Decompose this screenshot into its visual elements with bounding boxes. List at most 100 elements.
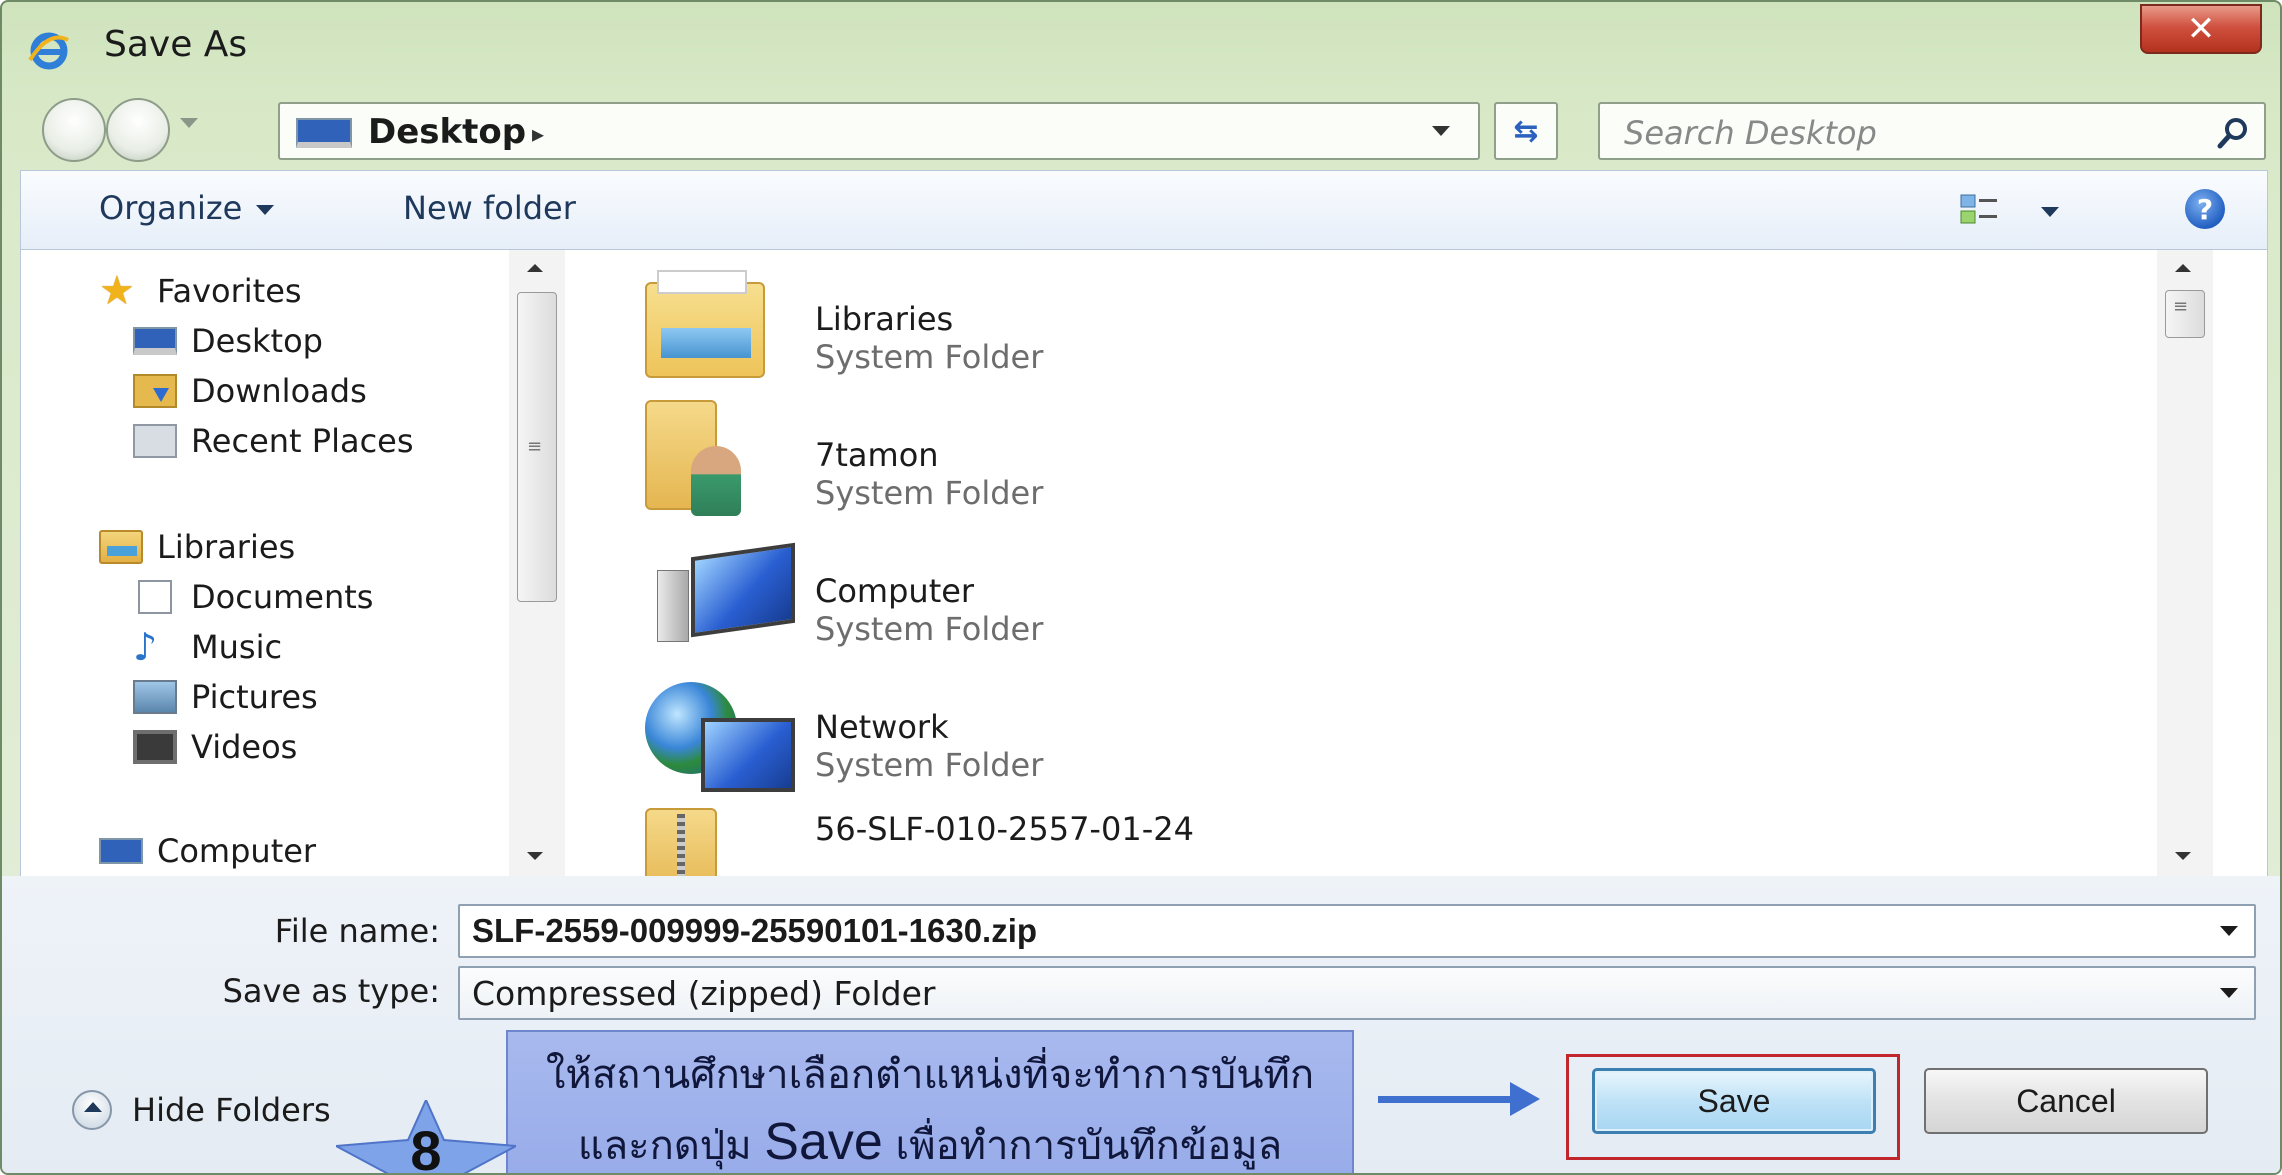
chevron-up-icon <box>72 1090 112 1130</box>
search-input[interactable]: Search Desktop <box>1624 114 1877 152</box>
file-type: System Folder <box>815 746 1044 784</box>
refresh-button[interactable]: ⇆ <box>1494 102 1558 160</box>
computer-icon <box>99 838 143 864</box>
hide-folders-label: Hide Folders <box>132 1091 331 1129</box>
save-button[interactable]: Save <box>1592 1068 1876 1134</box>
hide-folders-button[interactable]: Hide Folders <box>72 1090 331 1130</box>
instruction-callout: ให้สถานศึกษาเลือกตำแหน่งที่จะทำการบันทึก… <box>506 1030 1354 1173</box>
file-name-field[interactable]: SLF-2559-009999-25590101-1630.zip <box>458 904 2256 958</box>
nav-item-videos[interactable]: Videos <box>133 728 297 766</box>
instruction-text: เพื่อทำการบันทึกข้อมูล <box>882 1123 1283 1169</box>
instruction-line-2: และกดปุ่ม Save เพื่อทำการบันทึกข้อมูล <box>508 1112 1352 1173</box>
nav-item-label: Recent Places <box>191 422 414 460</box>
view-dropdown-icon[interactable] <box>2041 207 2059 217</box>
breadcrumb-arrow-icon[interactable]: ▸ <box>532 120 544 148</box>
new-folder-button[interactable]: New folder <box>403 189 576 227</box>
save-as-dialog: Save As ✕ Desktop ▸ ⇆ Search Desktop Org… <box>0 0 2282 1175</box>
file-name: Libraries <box>815 300 954 338</box>
computer-icon <box>645 550 795 646</box>
nav-item-label: Downloads <box>191 372 367 410</box>
recent-places-icon <box>133 424 177 458</box>
libraries-icon <box>99 530 143 564</box>
search-box[interactable]: Search Desktop <box>1598 102 2266 160</box>
recent-pages-dropdown-icon[interactable] <box>180 118 198 128</box>
instruction-save-word: Save <box>764 1113 883 1171</box>
file-name-label: File name: <box>274 912 440 950</box>
command-toolbar: Organize New folder ? <box>20 170 2268 250</box>
instruction-line-1: ให้สถานศึกษาเลือกตำแหน่งที่จะทำการบันทึก <box>545 1052 1315 1098</box>
save-as-type-value[interactable]: Compressed (zipped) Folder <box>472 974 935 1013</box>
file-item-7tamon[interactable]: 7tamon System Folder <box>645 400 1445 520</box>
pictures-icon <box>133 680 177 714</box>
file-name: 7tamon <box>815 436 939 474</box>
scroll-down-icon[interactable] <box>2175 852 2191 860</box>
scroll-up-icon[interactable] <box>2175 264 2191 272</box>
nav-item-label: Favorites <box>157 272 302 310</box>
address-location[interactable]: Desktop <box>368 112 526 152</box>
nav-item-music[interactable]: ♪ Music <box>133 628 282 666</box>
help-button[interactable]: ? <box>2185 189 2225 229</box>
window-title: Save As <box>104 24 248 65</box>
search-icon[interactable] <box>2216 116 2250 150</box>
star-icon: ★ <box>99 268 135 314</box>
nav-item-recent-places[interactable]: Recent Places <box>133 422 414 460</box>
save-as-type-select[interactable]: Compressed (zipped) Folder <box>458 966 2256 1020</box>
nav-item-favorites[interactable]: ★ Favorites <box>99 268 302 314</box>
file-name: 56-SLF-010-2557-01-24 <box>815 810 1194 848</box>
file-item-network[interactable]: Network System Folder <box>645 672 1445 792</box>
nav-item-libraries[interactable]: Libraries <box>99 528 295 566</box>
back-button[interactable] <box>42 98 106 162</box>
nav-item-downloads[interactable]: Downloads <box>133 372 367 410</box>
file-item-libraries[interactable]: Libraries System Folder <box>645 264 1445 384</box>
organize-label[interactable]: Organize <box>99 189 242 227</box>
user-folder-icon <box>645 400 741 516</box>
save-as-type-label: Save as type: <box>222 972 440 1010</box>
address-bar[interactable]: Desktop ▸ <box>278 102 1480 160</box>
file-name-value[interactable]: SLF-2559-009999-25590101-1630.zip <box>472 912 1037 950</box>
videos-icon <box>133 730 177 764</box>
documents-icon <box>138 580 172 614</box>
chevron-down-icon[interactable] <box>2220 926 2238 936</box>
internet-explorer-icon <box>28 32 69 70</box>
music-icon: ♪ <box>133 625 158 669</box>
desktop-icon <box>133 327 177 355</box>
organize-menu[interactable]: Organize <box>99 189 275 227</box>
file-type: System Folder <box>815 474 1044 512</box>
chevron-down-icon[interactable] <box>2220 988 2238 998</box>
file-item-computer[interactable]: Computer System Folder <box>645 536 1445 656</box>
address-dropdown-icon[interactable] <box>1432 126 1450 136</box>
nav-item-label: Libraries <box>157 528 296 566</box>
chevron-down-icon[interactable] <box>256 205 275 215</box>
cancel-button[interactable]: Cancel <box>1924 1068 2208 1134</box>
title-bar[interactable]: Save As ✕ <box>2 2 2280 92</box>
downloads-icon <box>133 374 177 408</box>
nav-item-documents[interactable]: Documents <box>133 578 373 616</box>
navigation-scrollbar[interactable]: ≡ <box>509 250 565 876</box>
file-list-scrollbar[interactable]: ≡ <box>2157 250 2213 876</box>
desktop-icon <box>296 118 352 148</box>
nav-item-pictures[interactable]: Pictures <box>133 678 318 716</box>
file-type: System Folder <box>815 610 1044 648</box>
step-number: 8 <box>410 1119 442 1175</box>
network-icon <box>645 682 795 792</box>
nav-item-label: Pictures <box>191 678 318 716</box>
scroll-down-icon[interactable] <box>527 852 543 860</box>
nav-item-label: Videos <box>191 728 298 766</box>
browser-content: ★ Favorites Desktop Downloads Recent Pla… <box>20 250 2268 898</box>
file-type: System Folder <box>815 338 1044 376</box>
nav-item-label: Desktop <box>191 322 323 360</box>
nav-item-label: Documents <box>191 578 374 616</box>
refresh-icon: ⇆ <box>1513 113 1539 149</box>
close-button[interactable]: ✕ <box>2140 4 2262 54</box>
instruction-text: และกดปุ่ม <box>577 1123 765 1169</box>
forward-button[interactable] <box>106 98 170 162</box>
scroll-up-icon[interactable] <box>527 264 543 272</box>
file-list: Libraries System Folder 7tamon System Fo… <box>565 250 2213 898</box>
nav-item-computer[interactable]: Computer <box>99 832 316 870</box>
file-name: Computer <box>815 572 975 610</box>
view-options-icon[interactable] <box>1959 193 1999 227</box>
step-badge: 8 <box>336 1100 516 1175</box>
pointer-arrow <box>1378 1096 1518 1103</box>
grip-icon: ≡ <box>2173 296 2189 317</box>
nav-item-desktop[interactable]: Desktop <box>133 322 323 360</box>
